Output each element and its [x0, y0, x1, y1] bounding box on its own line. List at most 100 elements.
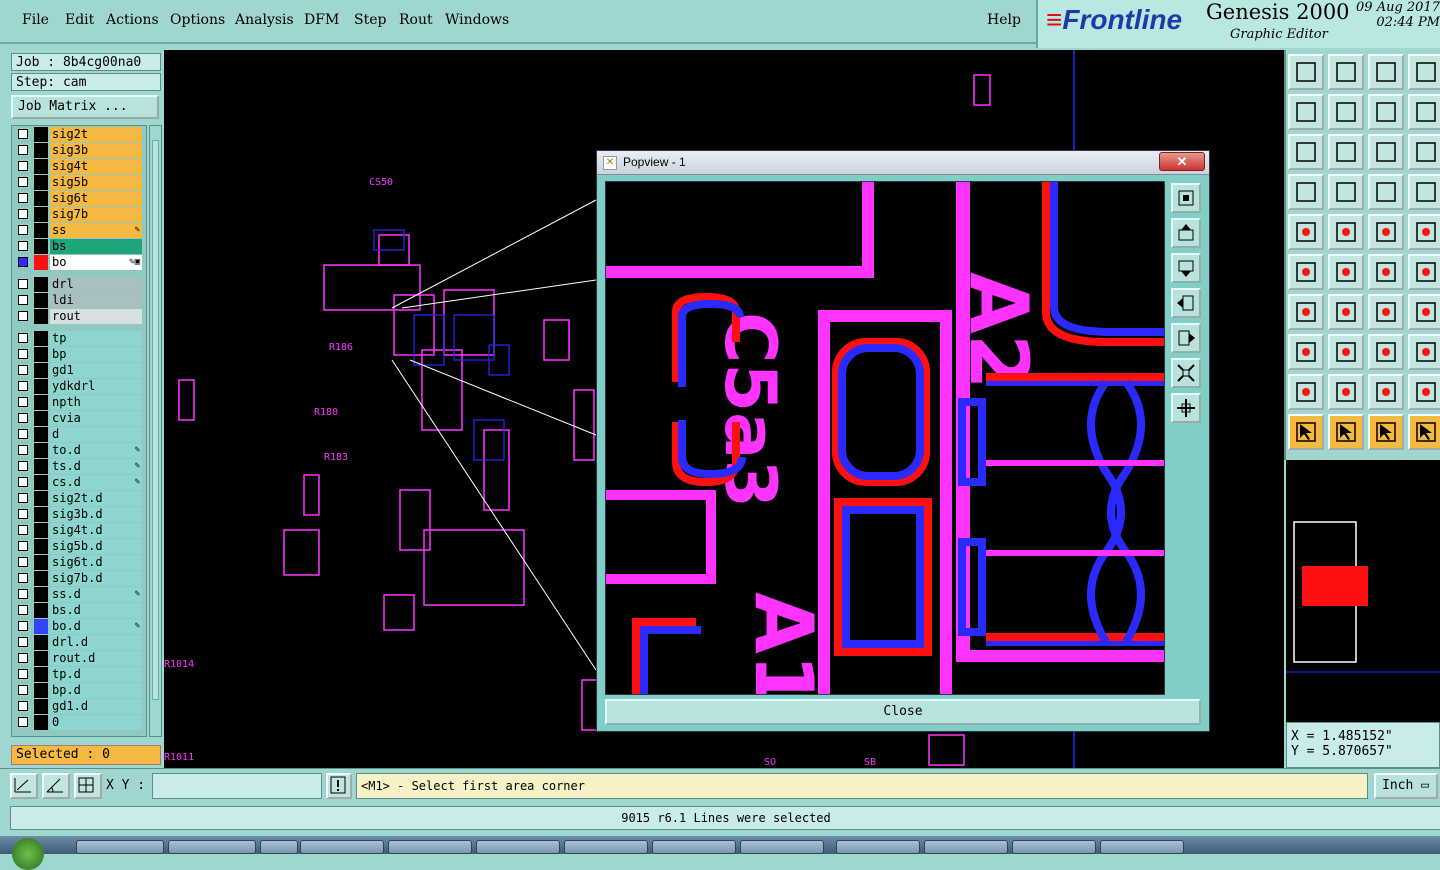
- layer-row-sig6t-d[interactable]: sig6t.d: [12, 555, 146, 570]
- layer-row-rout[interactable]: rout: [12, 309, 146, 324]
- text-tool-button[interactable]: [1408, 294, 1440, 330]
- layer-row-sig7b-d[interactable]: sig7b.d: [12, 571, 146, 586]
- layer-checkbox[interactable]: [18, 241, 28, 251]
- layer-color-swatch[interactable]: [34, 223, 48, 238]
- layer-color-swatch[interactable]: [34, 363, 48, 378]
- layer-checkbox[interactable]: [18, 621, 28, 631]
- layer-checkbox[interactable]: [18, 129, 28, 139]
- grid-tool-button[interactable]: [1328, 174, 1364, 210]
- layer-name[interactable]: cs.d ✎: [50, 475, 142, 490]
- layer-color-swatch[interactable]: [34, 255, 48, 270]
- layer-row-ldi[interactable]: ldi: [12, 293, 146, 308]
- layer-checkbox[interactable]: [18, 193, 28, 203]
- add-line-tool-button[interactable]: [1408, 254, 1440, 290]
- taskbar-item[interactable]: [76, 840, 164, 854]
- layer-row-sig4t-d[interactable]: sig4t.d: [12, 523, 146, 538]
- layer-checkbox[interactable]: [18, 461, 28, 471]
- menu-windows[interactable]: Windows: [445, 12, 509, 28]
- layer-name[interactable]: bp: [50, 347, 142, 362]
- layer-row-gd1[interactable]: gd1: [12, 363, 146, 378]
- layer-color-swatch[interactable]: [34, 603, 48, 618]
- layer-checkbox[interactable]: [18, 525, 28, 535]
- popview-pan-up-button[interactable]: [1171, 218, 1201, 248]
- xy-input[interactable]: [152, 773, 322, 799]
- draw-line-tool-button[interactable]: [1288, 294, 1324, 330]
- layer-row-gd1-d[interactable]: gd1.d: [12, 699, 146, 714]
- layer-row-sig2t[interactable]: sig2t: [12, 127, 146, 142]
- layer-color-swatch[interactable]: [34, 277, 48, 292]
- layer-row-sig5b-d[interactable]: sig5b.d: [12, 539, 146, 554]
- layer-name[interactable]: to.d ✎: [50, 443, 142, 458]
- layer-name[interactable]: gd1.d: [50, 699, 142, 714]
- layer-name[interactable]: cvia: [50, 411, 142, 426]
- layer-name[interactable]: sig4t.d: [50, 523, 142, 538]
- layer-checkbox[interactable]: [18, 209, 28, 219]
- layer-color-swatch[interactable]: [34, 331, 48, 346]
- layer-checkbox[interactable]: [18, 717, 28, 727]
- layer-name[interactable]: drl: [50, 277, 142, 292]
- layer-color-swatch[interactable]: [34, 207, 48, 222]
- popview-pan-right-button[interactable]: [1171, 323, 1201, 353]
- layer-row-to-d[interactable]: to.d ✎: [12, 443, 146, 458]
- layer-checkbox[interactable]: [18, 509, 28, 519]
- layer-name[interactable]: gd1: [50, 363, 142, 378]
- layer-color-swatch[interactable]: [34, 635, 48, 650]
- layer-name[interactable]: sig5b: [50, 175, 142, 190]
- menu-options[interactable]: Options: [170, 12, 225, 28]
- layer-name[interactable]: ss ✎: [50, 223, 142, 238]
- layer-name[interactable]: tp: [50, 331, 142, 346]
- connect-tool-button[interactable]: [1288, 254, 1324, 290]
- popview-zoom-out-button[interactable]: [1171, 358, 1201, 388]
- layer-color-swatch[interactable]: [34, 475, 48, 490]
- fit-profile-tool-button[interactable]: [1328, 134, 1364, 170]
- layer-row-sig2t-d[interactable]: sig2t.d: [12, 491, 146, 506]
- layer-row-bp-d[interactable]: bp.d: [12, 683, 146, 698]
- layer-color-swatch[interactable]: [34, 309, 48, 324]
- layer-checkbox[interactable]: [18, 669, 28, 679]
- taskbar-item[interactable]: [924, 840, 1008, 854]
- layer-row-sig3b[interactable]: sig3b: [12, 143, 146, 158]
- layer-color-swatch[interactable]: [34, 411, 48, 426]
- layer-name[interactable]: tp.d: [50, 667, 142, 682]
- cursor-step-tool-button[interactable]: [1408, 414, 1440, 450]
- zoom-window-tool-button[interactable]: [1408, 54, 1440, 90]
- scrollbar-thumb[interactable]: [152, 140, 159, 700]
- circle-tool-button[interactable]: [1408, 214, 1440, 250]
- layer-color-swatch[interactable]: [34, 667, 48, 682]
- layer-row-sig4t[interactable]: sig4t: [12, 159, 146, 174]
- layer-checkbox[interactable]: [18, 413, 28, 423]
- layer-color-swatch[interactable]: [34, 555, 48, 570]
- layer-checkbox[interactable]: [18, 573, 28, 583]
- popview-close-button[interactable]: Close: [605, 699, 1201, 725]
- taskbar-item[interactable]: [168, 840, 256, 854]
- taskbar-item[interactable]: [1012, 840, 1096, 854]
- layer-checkbox[interactable]: [18, 477, 28, 487]
- cursor-tool-button[interactable]: [1288, 414, 1324, 450]
- popview-pan-down-button[interactable]: [1171, 253, 1201, 283]
- unit-selector[interactable]: Inch ▭: [1374, 773, 1438, 799]
- layer-row-cvia[interactable]: cvia: [12, 411, 146, 426]
- popview-zoom-view[interactable]: A2 A1 C5a3: [605, 181, 1165, 695]
- menu-analysis[interactable]: Analysis: [235, 12, 294, 28]
- menu-actions[interactable]: Actions: [106, 12, 159, 28]
- layer-name[interactable]: rout: [50, 309, 142, 324]
- popview-titlebar[interactable]: ✕ Popview - 1 ✕: [597, 151, 1209, 175]
- attr-a-tool-button[interactable]: [1328, 374, 1364, 410]
- layer-color-swatch[interactable]: [34, 395, 48, 410]
- cut-tool-button[interactable]: [1328, 334, 1364, 370]
- layer-checkbox[interactable]: [18, 605, 28, 615]
- layer-name[interactable]: sig4t: [50, 159, 142, 174]
- layer-color-swatch[interactable]: [34, 347, 48, 362]
- layer-color-swatch[interactable]: [34, 159, 48, 174]
- layer-name[interactable]: ss.d ✎: [50, 587, 142, 602]
- move-tool-button[interactable]: [1288, 334, 1324, 370]
- layer-scrollbar[interactable]: [149, 125, 162, 737]
- layer-checkbox[interactable]: [18, 381, 28, 391]
- taskbar-item[interactable]: [476, 840, 560, 854]
- layer-row-ts-d[interactable]: ts.d ✎: [12, 459, 146, 474]
- layer-color-swatch[interactable]: [34, 699, 48, 714]
- layer-color-swatch[interactable]: [34, 443, 48, 458]
- layer-name[interactable]: sig6t: [50, 191, 142, 206]
- layer-row-drl[interactable]: drl: [12, 277, 146, 292]
- layer-checkbox[interactable]: [18, 365, 28, 375]
